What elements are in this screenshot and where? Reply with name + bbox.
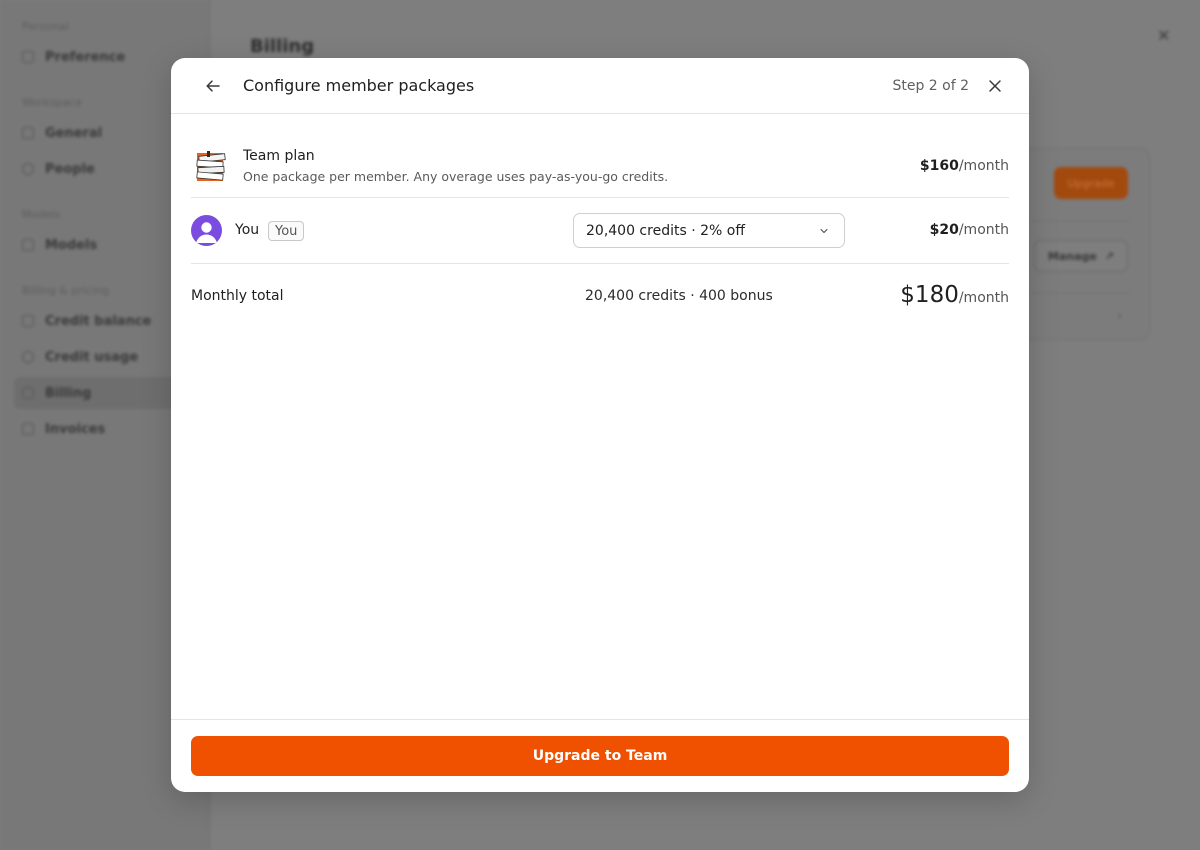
sidebar-item-label: Credit usage: [45, 349, 139, 365]
divider: [1030, 293, 1130, 294]
plan-name: Team plan: [243, 148, 315, 164]
plan-price-amount: $160: [919, 158, 959, 174]
sidebar-item-label: General: [45, 125, 103, 141]
package-select-value: 20,400 credits · 2% off: [586, 222, 745, 239]
member-price: $20/month: [930, 222, 1009, 238]
preference-icon: [22, 51, 34, 63]
sidebar-item-label: Models: [45, 237, 98, 253]
page-title: Billing: [250, 36, 315, 57]
chevron-down-icon: [820, 228, 828, 234]
total-credits-summary: 20,400 credits · 400 bonus: [585, 288, 773, 304]
people-icon: [22, 163, 34, 175]
sidebar-item-label: Preference: [45, 49, 126, 65]
member-row: You You 20,400 credits · 2% off $20/mont…: [191, 198, 1009, 264]
sidebar-section-workspace: Workspace: [22, 96, 83, 109]
external-link-icon: ↗: [1104, 249, 1115, 263]
total-price-amount: $180: [900, 282, 959, 308]
plan-description: One package per member. Any overage uses…: [243, 169, 669, 184]
avatar: [191, 215, 222, 246]
sidebar-item-label: People: [45, 161, 95, 177]
plan-summary-row: Team plan One package per member. Any ov…: [191, 138, 1009, 198]
sidebar-item-label: Billing: [45, 385, 92, 401]
sidebar-item-label: Invoices: [45, 421, 106, 437]
sidebar-section-personal: Personal: [22, 20, 69, 33]
modal-footer: Upgrade to Team: [171, 719, 1029, 792]
models-icon: [22, 239, 34, 251]
sidebar-section-models: Models: [22, 208, 61, 221]
sidebar-item-label: Credit balance: [45, 313, 152, 329]
close-button[interactable]: [981, 72, 1009, 100]
package-select[interactable]: 20,400 credits · 2% off: [573, 213, 845, 248]
chevron-right-icon[interactable]: ›: [1117, 309, 1122, 323]
total-price: $180/month: [900, 282, 1009, 308]
step-indicator: Step 2 of 2: [892, 78, 969, 94]
background-upgrade-button[interactable]: Upgrade: [1054, 167, 1128, 199]
settings-close-icon[interactable]: ✕: [1157, 26, 1170, 45]
member-name: You: [235, 222, 260, 238]
close-icon: [989, 80, 1001, 92]
back-arrow-icon: [206, 80, 220, 92]
billing-icon: [22, 387, 34, 399]
manage-label: Manage: [1047, 249, 1097, 263]
divider: [1030, 221, 1130, 222]
team-plan-icon: [196, 151, 226, 181]
credit-balance-icon: [22, 315, 34, 327]
manage-button[interactable]: Manage ↗: [1034, 240, 1128, 272]
plan-price: $160/month: [920, 158, 1009, 174]
user-avatar-icon: [196, 222, 217, 243]
member-price-amount: $20: [929, 222, 959, 238]
upgrade-to-team-button[interactable]: Upgrade to Team: [191, 736, 1009, 776]
member-price-unit: /month: [958, 222, 1009, 238]
invoices-icon: [22, 423, 34, 435]
you-badge: You: [268, 221, 305, 241]
total-label: Monthly total: [191, 288, 284, 304]
total-price-unit: /month: [958, 290, 1009, 306]
modal-title: Configure member packages: [243, 76, 475, 95]
credit-usage-icon: [22, 351, 34, 363]
configure-packages-modal: Configure member packages Step 2 of 2 Te…: [171, 58, 1029, 792]
plan-price-unit: /month: [958, 158, 1009, 174]
general-icon: [22, 127, 34, 139]
back-button[interactable]: [199, 72, 227, 100]
sidebar-section-billing-pricing: Billing & pricing: [22, 284, 109, 297]
modal-header: Configure member packages Step 2 of 2: [171, 58, 1029, 114]
monthly-total-row: Monthly total 20,400 credits · 400 bonus…: [191, 264, 1009, 330]
